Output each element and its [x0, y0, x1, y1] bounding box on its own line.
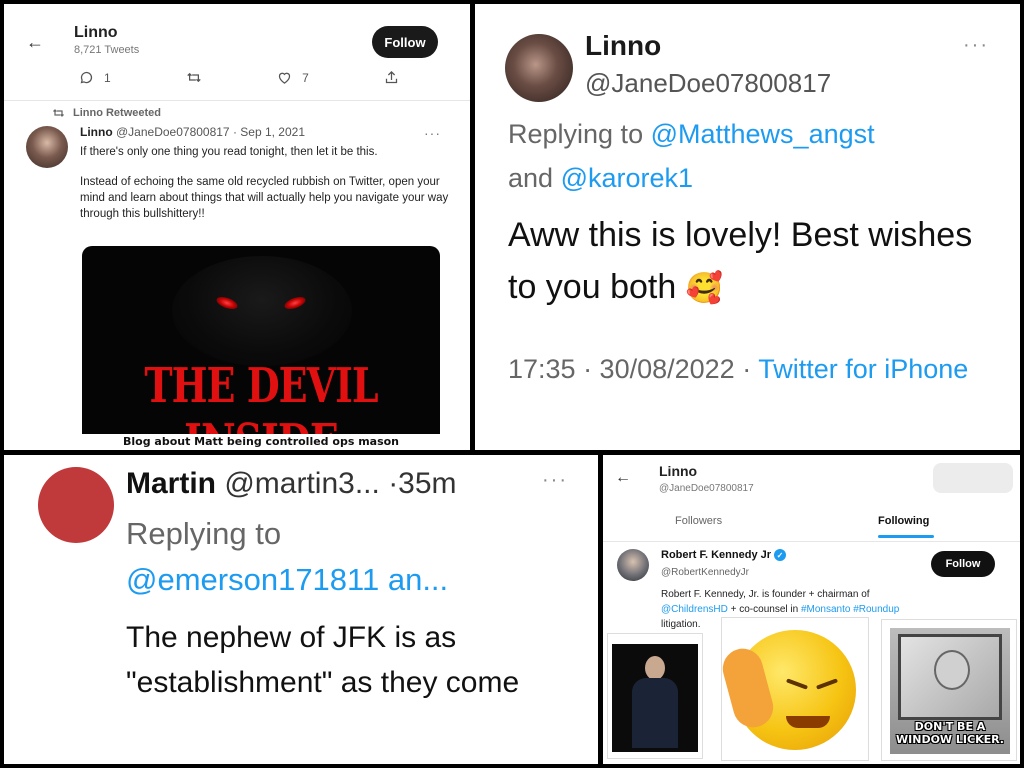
author-handle: @martin3...	[224, 467, 380, 500]
eye-shape	[815, 678, 839, 690]
like-icon	[278, 72, 291, 84]
retweeted-banner: Linno Retweeted	[52, 107, 161, 119]
tweet-text: Aww this is lovely! Best wishes to you b…	[508, 216, 973, 306]
bio-text: + co-counsel in	[730, 604, 799, 615]
like-count: 7	[302, 70, 309, 85]
and-text: and	[508, 163, 554, 193]
share-icon	[385, 70, 398, 84]
replying-prefix: Replying to	[126, 516, 282, 551]
mouth-shape	[786, 716, 830, 728]
more-icon[interactable]: ···	[963, 34, 989, 57]
tweet-image[interactable]: THE DEVIL INSIDE	[82, 246, 440, 434]
photo-backdrop	[612, 644, 698, 752]
profile-retweet-panel: ← Linno 8,721 Tweets Follow 1 7 Linno Re…	[4, 4, 470, 450]
tweet-header: Martin @martin3... ·35m	[126, 467, 457, 501]
author-handle: @JaneDoe07800817	[585, 68, 832, 98]
source-link[interactable]: Twitter for iPhone	[758, 354, 968, 384]
account-name-row: Robert F. Kennedy Jr ✓	[661, 549, 787, 561]
following-list-panel: ← Linno @JaneDoe07800817 Followers Follo…	[603, 455, 1020, 764]
tweet-header: Linno @JaneDoe07800817 · Sep 1, 2021	[80, 125, 305, 139]
devil-face-image	[172, 256, 352, 366]
tweet-line: If there's only one thing you read tonig…	[80, 146, 378, 158]
window-licker-meme-image: DON'T BE A WINDOW LICKER.	[881, 619, 1017, 761]
avatar[interactable]	[26, 126, 68, 168]
seated-man-image	[607, 633, 703, 759]
profile-name: Linno	[659, 463, 698, 479]
man-head-shape	[645, 656, 665, 680]
replying-to: Replying to @Matthews_angst and @karorek…	[508, 112, 988, 200]
retweeted-label: Linno Retweeted	[73, 107, 162, 119]
bio-text: Robert F. Kennedy, Jr. is founder + chai…	[661, 589, 870, 600]
martin-reply-panel: Martin @martin3... ·35m ··· Replying to …	[4, 455, 598, 764]
like-action[interactable]: 7	[277, 70, 309, 85]
reply-tweet-panel: Linno @JaneDoe07800817 ··· Replying to @…	[475, 4, 1020, 450]
mention-link[interactable]: @Matthews_angst	[651, 119, 875, 149]
facepalm-emoji-image	[718, 617, 869, 761]
follow-button[interactable]: Follow	[372, 26, 438, 58]
follow-button[interactable]: Follow	[931, 551, 995, 577]
meme-caption-line: WINDOW LICKER.	[896, 733, 1004, 746]
retweet-icon	[53, 109, 64, 117]
tweet-handle: @JaneDoe07800817	[116, 125, 230, 139]
blurred-area	[933, 463, 1013, 493]
tweet-body: Aww this is lovely! Best wishes to you b…	[508, 209, 988, 315]
avatar[interactable]	[38, 467, 114, 543]
tweet-count: 8,721 Tweets	[74, 44, 140, 56]
image-caption: Blog about Matt being controlled ops mas…	[82, 434, 440, 450]
tab-followers[interactable]: Followers	[675, 515, 722, 527]
timestamp[interactable]: 17:35 · 30/08/2022 ·	[508, 354, 751, 384]
active-tab-indicator	[878, 535, 934, 538]
divider	[603, 541, 1020, 542]
avatar[interactable]	[505, 34, 573, 102]
mention-link[interactable]: @emerson171811 an...	[126, 562, 448, 597]
back-arrow-icon[interactable]: ←	[26, 32, 44, 53]
replying-prefix: Replying to	[508, 119, 644, 149]
retweet-icon	[187, 72, 201, 83]
meme-caption: DON'T BE A WINDOW LICKER.	[890, 720, 1010, 746]
bio-mention-link[interactable]: @ChildrensHD	[661, 604, 728, 615]
tweet-date[interactable]: · Sep 1, 2021	[233, 125, 305, 139]
author-name[interactable]: Martin	[126, 467, 216, 500]
reply-icon	[80, 71, 93, 84]
tweet-text: The nephew of JFK is as "establishment" …	[126, 621, 520, 699]
man-body-shape	[632, 678, 678, 748]
profile-name: Linno	[74, 24, 118, 41]
meme-caption-line: DON'T BE A	[914, 720, 986, 733]
more-icon[interactable]: ···	[542, 469, 568, 492]
replying-to: Replying to @emerson171811 an...	[126, 511, 448, 603]
image-title: THE DEVIL INSIDE	[144, 356, 378, 434]
bio-hashtag-link[interactable]: #Monsanto #Roundup	[801, 604, 899, 615]
tab-bar: Followers Following	[603, 513, 1020, 541]
more-icon[interactable]: ···	[424, 125, 441, 141]
eye-shape	[785, 678, 809, 690]
retweet-action[interactable]	[186, 70, 202, 85]
back-arrow-icon[interactable]: ←	[615, 469, 631, 487]
profile-handle: @JaneDoe07800817	[659, 483, 754, 494]
avatar[interactable]	[617, 549, 649, 581]
account-handle: @RobertKennedyJr	[661, 567, 749, 578]
mention-link[interactable]: @karorek1	[561, 163, 693, 193]
bio-text: litigation.	[661, 619, 701, 630]
tweet-time[interactable]: ·35m	[388, 467, 456, 500]
verified-icon: ✓	[774, 549, 787, 561]
meme-photo: DON'T BE A WINDOW LICKER.	[890, 628, 1010, 754]
smiling-hearts-emoji-icon: 🥰	[685, 272, 724, 305]
share-action[interactable]	[384, 70, 399, 85]
reply-count: 1	[104, 70, 111, 85]
tweet-actions: 1 7	[79, 70, 399, 85]
account-name[interactable]: Robert F. Kennedy Jr	[661, 549, 771, 561]
tab-following[interactable]: Following	[878, 515, 929, 527]
tweet-text: If there's only one thing you read tonig…	[80, 144, 450, 236]
reply-action[interactable]: 1	[79, 70, 111, 85]
tweet-timestamp: 17:35 · 30/08/2022 · Twitter for iPhone	[508, 348, 998, 390]
baby-face-shape	[934, 650, 970, 690]
divider	[4, 100, 470, 101]
tweet-line: Instead of echoing the same old recycled…	[80, 176, 449, 220]
author-name[interactable]: Linno	[585, 30, 661, 62]
tweet-author[interactable]: Linno	[80, 125, 113, 139]
